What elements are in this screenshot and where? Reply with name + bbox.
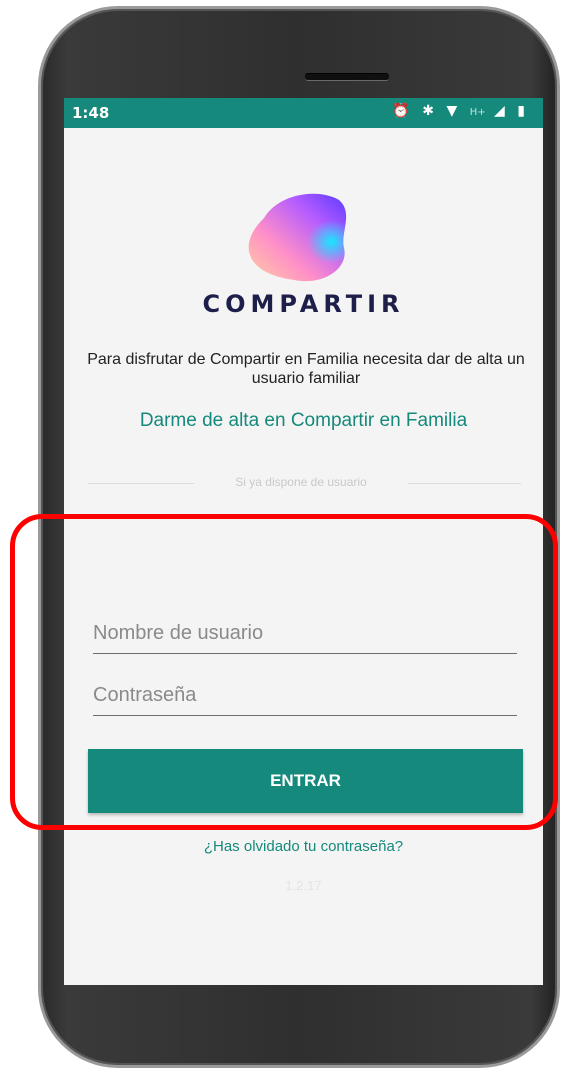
app-version: 1.2.17 bbox=[285, 878, 322, 893]
signal-icon: ◢ bbox=[494, 103, 509, 119]
alarm-icon: ⏰ bbox=[392, 103, 414, 119]
divider-line-right bbox=[408, 483, 521, 484]
compartir-logo-icon bbox=[248, 193, 347, 282]
earpiece-speaker bbox=[305, 73, 389, 81]
intro-text: Para disfrutar de Compartir en Familia n… bbox=[87, 351, 525, 387]
highlight-annotation-box bbox=[10, 514, 558, 830]
divider-label: Si ya dispone de usuario bbox=[235, 475, 367, 489]
forgot-password-link[interactable]: ¿Has olvidado tu contraseña? bbox=[64, 838, 543, 855]
bluetooth-icon: ✱ bbox=[422, 103, 438, 119]
signup-link[interactable]: Darme de alta en Compartir en Familia bbox=[64, 410, 543, 432]
wifi-icon: ▼ bbox=[446, 103, 462, 119]
status-icons: ⏰ ✱ ▼ H+ ◢ ▮ bbox=[392, 103, 529, 119]
status-bar: 1:48 ⏰ ✱ ▼ H+ ◢ ▮ bbox=[64, 98, 543, 128]
brand-wordmark: COMPARTIR bbox=[202, 290, 405, 318]
network-type-label: H+ bbox=[469, 107, 486, 118]
battery-icon: ▮ bbox=[517, 103, 529, 119]
status-time: 1:48 bbox=[72, 104, 110, 122]
divider-line-left bbox=[88, 483, 194, 484]
